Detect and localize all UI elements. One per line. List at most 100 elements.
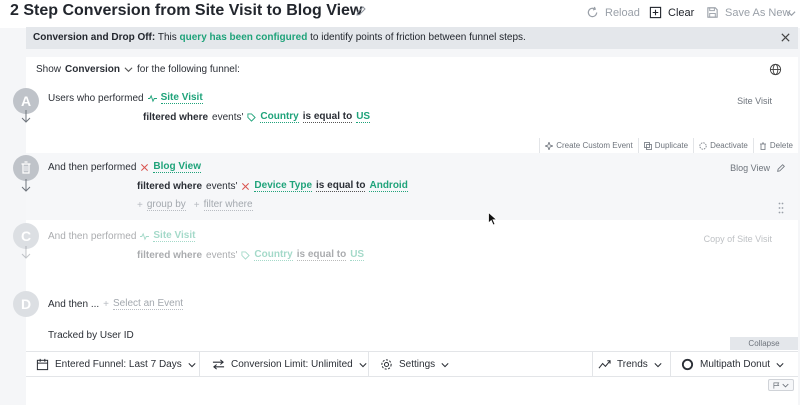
trends-label: Trends [617,359,648,370]
multipath-label: Multipath Donut [700,359,771,370]
collapse-button[interactable]: Collapse [730,337,798,350]
new-query-icon [649,6,662,19]
drag-handle-icon[interactable] [778,202,784,214]
divider [592,352,593,377]
close-icon[interactable] [140,163,149,172]
step-b-options-line: + group by + filter where [137,199,253,211]
value-selector[interactable]: Android [369,180,408,192]
trends-selector[interactable]: Trends [598,352,662,377]
show-label: Show [36,64,62,75]
chevron-down-icon [776,362,784,367]
step-d-event-line: And then ... + Select an Event [48,298,184,310]
globe-icon[interactable] [769,63,782,76]
event-selector[interactable]: Site Visit [160,92,203,104]
step-a-name[interactable]: Site Visit [737,96,772,106]
save-as-new-label: Save As New [725,6,791,19]
visualization-selector[interactable]: Multipath Donut [681,352,784,377]
chevron-down-icon [359,362,367,367]
tag-icon [247,112,257,122]
close-icon[interactable] [780,32,791,43]
action-label: Duplicate [654,141,689,150]
chevron-down-icon [654,362,662,367]
chevron-down-icon [782,383,789,388]
plus-icon: + [193,199,200,211]
conversion-limit-label: Conversion Limit: Unlimited [231,359,353,370]
filter-scope: events' [212,111,244,123]
step-a-event-line: Users who performed Site Visit [48,92,203,104]
delete-button[interactable]: Delete [752,138,798,153]
step-a-filter-line: filtered where events' Country is equal … [143,111,371,123]
show-suffix: for the following funnel: [137,64,240,75]
value-selector[interactable]: US [350,249,365,261]
step-b-name[interactable]: Blog View [730,163,786,173]
action-label: Deactivate [710,141,748,150]
banner-link[interactable]: query has been configured [180,32,308,43]
filter-where-button[interactable]: filter where [203,199,253,211]
save-icon [707,7,718,18]
save-as-new-button[interactable]: Save As New [706,6,790,19]
operator-selector[interactable]: is equal to [296,249,347,261]
deactivate-button[interactable]: Deactivate [693,138,753,153]
entered-funnel-selector[interactable]: Entered Funnel: Last 7 Days [36,352,196,377]
divider [368,352,369,377]
sparkle-icon [545,141,554,150]
step-action-bar: Create Custom Event Duplicate Deactivate… [539,138,798,153]
reload-icon [587,6,598,18]
banner-prefix: Conversion and Drop Off: [33,32,156,43]
page-header: 2 Step Conversion from Site Visit to Blo… [0,0,800,28]
group-by-button[interactable]: group by [146,199,186,211]
funnel-step-d: D And then ... + Select an Event [13,286,798,320]
divider [670,352,671,377]
plus-icon: + [137,199,143,211]
metric-selector[interactable]: Conversion [65,64,120,75]
arrow-down-icon [21,179,31,192]
step-b-filter-line: filtered where events' Device Type is eq… [137,180,408,192]
event-selector[interactable]: Site Visit [153,230,196,242]
show-row: Show Conversion for the following funnel… [36,64,240,75]
property-selector[interactable]: Device Type [254,180,313,192]
banner-text-after: to identify points of friction between f… [310,32,526,43]
settings-selector[interactable]: Settings [380,352,449,377]
select-event-button[interactable]: Select an Event [113,298,184,310]
value-selector[interactable]: US [356,111,371,123]
step-b-event-line: And then performed Blog View [48,161,201,173]
step-c-event-line: And then performed Site Visit [48,230,196,242]
clear-button[interactable]: Clear [649,6,694,19]
conversion-limit-selector[interactable]: Conversion Limit: Unlimited [212,352,367,377]
chevron-down-icon[interactable] [124,65,133,74]
operator-selector[interactable]: is equal to [316,180,366,192]
clear-label: Clear [668,6,695,19]
settings-label: Settings [399,359,436,370]
step-circle-delete[interactable] [13,155,39,181]
reload-button[interactable]: Reload [586,6,640,19]
duplicate-button[interactable]: Duplicate [637,138,693,153]
event-selector[interactable]: Blog View [153,161,201,173]
trash-icon [759,142,766,150]
pencil-icon[interactable] [355,5,367,17]
page-title: 2 Step Conversion from Site Visit to Blo… [10,2,363,19]
flag-button[interactable] [768,379,794,391]
step-c-name[interactable]: Copy of Site Visit [704,234,772,244]
arrow-down-icon [21,110,31,123]
mouse-cursor-icon [488,212,498,226]
tag-icon [241,250,251,260]
chevron-down-icon[interactable] [787,9,796,18]
step-circle-d: D [13,291,39,317]
property-selector[interactable]: Country [254,249,293,261]
activity-icon [147,94,157,102]
trend-line-icon [598,360,611,369]
funnel-step-b: And then performed Blog View filtered wh… [13,153,798,220]
operator-selector[interactable]: is equal to [302,111,353,123]
close-icon[interactable] [241,182,250,191]
trash-icon [21,161,31,174]
property-selector[interactable]: Country [260,111,299,123]
pencil-icon[interactable] [776,163,786,173]
action-label: Create Custom Event [556,141,633,150]
flag-icon [773,381,780,389]
step-lead: And then performed [48,230,137,242]
filter-scope: events' [206,249,238,261]
create-custom-event-button[interactable]: Create Custom Event [539,138,637,153]
filter-lead: filtered where [137,249,203,261]
reload-label: Reload [605,6,640,19]
filter-lead: filtered where [137,180,203,192]
